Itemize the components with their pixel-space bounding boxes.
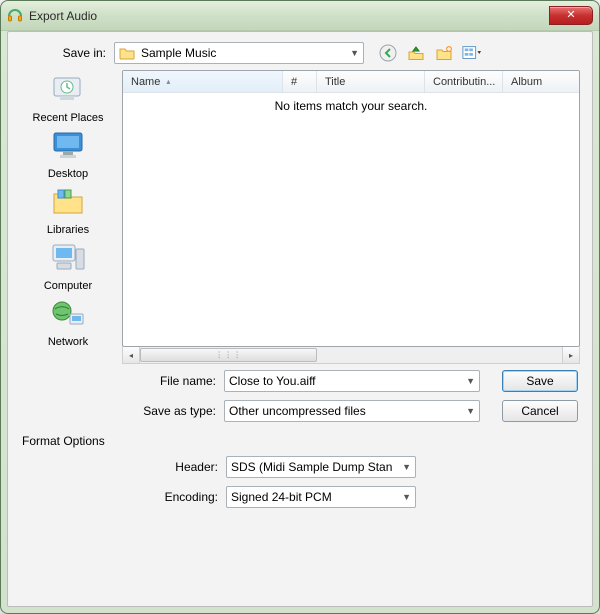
scroll-thumb[interactable]: ⋮⋮⋮ (140, 348, 317, 362)
column-name[interactable]: Name (123, 71, 283, 92)
empty-message: No items match your search. (123, 99, 579, 113)
listview-body: No items match your search. (123, 93, 579, 346)
save-in-value: Sample Music (141, 46, 216, 60)
place-label: Network (48, 336, 88, 348)
place-label: Computer (44, 280, 92, 292)
header-value: SDS (Midi Sample Dump Stan (231, 460, 392, 474)
place-libraries[interactable]: Libraries (23, 184, 113, 236)
save-in-label: Save in: (20, 46, 106, 60)
listview-header: Name # Title Contributin... Album (123, 71, 579, 93)
header-combo[interactable]: SDS (Midi Sample Dump Stan ▼ (226, 456, 416, 478)
new-folder-button[interactable] (434, 43, 454, 63)
app-icon (7, 8, 23, 24)
back-button[interactable] (378, 43, 398, 63)
chevron-down-icon: ▼ (402, 492, 411, 502)
scroll-track[interactable]: ⋮⋮⋮ (140, 347, 562, 363)
format-options-title: Format Options (8, 424, 592, 452)
encoding-label: Encoding: (138, 490, 218, 504)
window-title: Export Audio (29, 9, 549, 23)
place-label: Libraries (47, 224, 89, 236)
save-in-combo[interactable]: Sample Music ▼ (114, 42, 364, 64)
view-menu-button[interactable] (462, 43, 482, 63)
close-button[interactable]: ✕ (549, 6, 593, 25)
place-desktop[interactable]: Desktop (23, 128, 113, 180)
export-audio-dialog: Export Audio ✕ Save in: Sample Music ▼ (0, 0, 600, 614)
file-listview[interactable]: Name # Title Contributin... Album No ite… (122, 70, 580, 347)
encoding-value: Signed 24-bit PCM (231, 490, 332, 504)
folder-icon (119, 45, 135, 61)
scroll-right-button[interactable]: ▸ (562, 347, 579, 363)
chevron-down-icon: ▼ (466, 406, 475, 416)
column-title[interactable]: Title (317, 71, 425, 92)
chevron-down-icon: ▼ (350, 48, 359, 58)
scroll-left-button[interactable]: ◂ (123, 347, 140, 363)
libraries-icon (48, 184, 88, 220)
chevron-down-icon: ▼ (402, 462, 411, 472)
file-name-label: File name: (106, 374, 216, 388)
place-label: Desktop (48, 168, 88, 180)
desktop-icon (48, 128, 88, 164)
column-contributing[interactable]: Contributin... (425, 71, 503, 92)
place-recent[interactable]: Recent Places (23, 72, 113, 124)
encoding-combo[interactable]: Signed 24-bit PCM ▼ (226, 486, 416, 508)
place-label: Recent Places (33, 112, 104, 124)
places-bar: Recent Places Desktop Libraries (20, 70, 116, 364)
save-as-type-value: Other uncompressed files (229, 404, 366, 418)
column-number[interactable]: # (283, 71, 317, 92)
column-album[interactable]: Album (503, 71, 579, 92)
file-name-value: Close to You.aiff (229, 374, 316, 388)
place-network[interactable]: Network (23, 296, 113, 348)
titlebar[interactable]: Export Audio ✕ (1, 1, 599, 31)
save-as-type-combo[interactable]: Other uncompressed files ▼ (224, 400, 480, 422)
save-as-type-label: Save as type: (106, 404, 216, 418)
computer-icon (48, 240, 88, 276)
chevron-down-icon: ▼ (466, 376, 475, 386)
place-computer[interactable]: Computer (23, 240, 113, 292)
cancel-button[interactable]: Cancel (502, 400, 578, 422)
up-one-level-button[interactable] (406, 43, 426, 63)
header-label: Header: (138, 460, 218, 474)
network-icon (48, 296, 88, 332)
recent-places-icon (48, 72, 88, 108)
horizontal-scrollbar[interactable]: ◂ ⋮⋮⋮ ▸ (122, 347, 580, 364)
save-button[interactable]: Save (502, 370, 578, 392)
dialog-body: Save in: Sample Music ▼ (7, 31, 593, 607)
file-name-combo[interactable]: Close to You.aiff ▼ (224, 370, 480, 392)
